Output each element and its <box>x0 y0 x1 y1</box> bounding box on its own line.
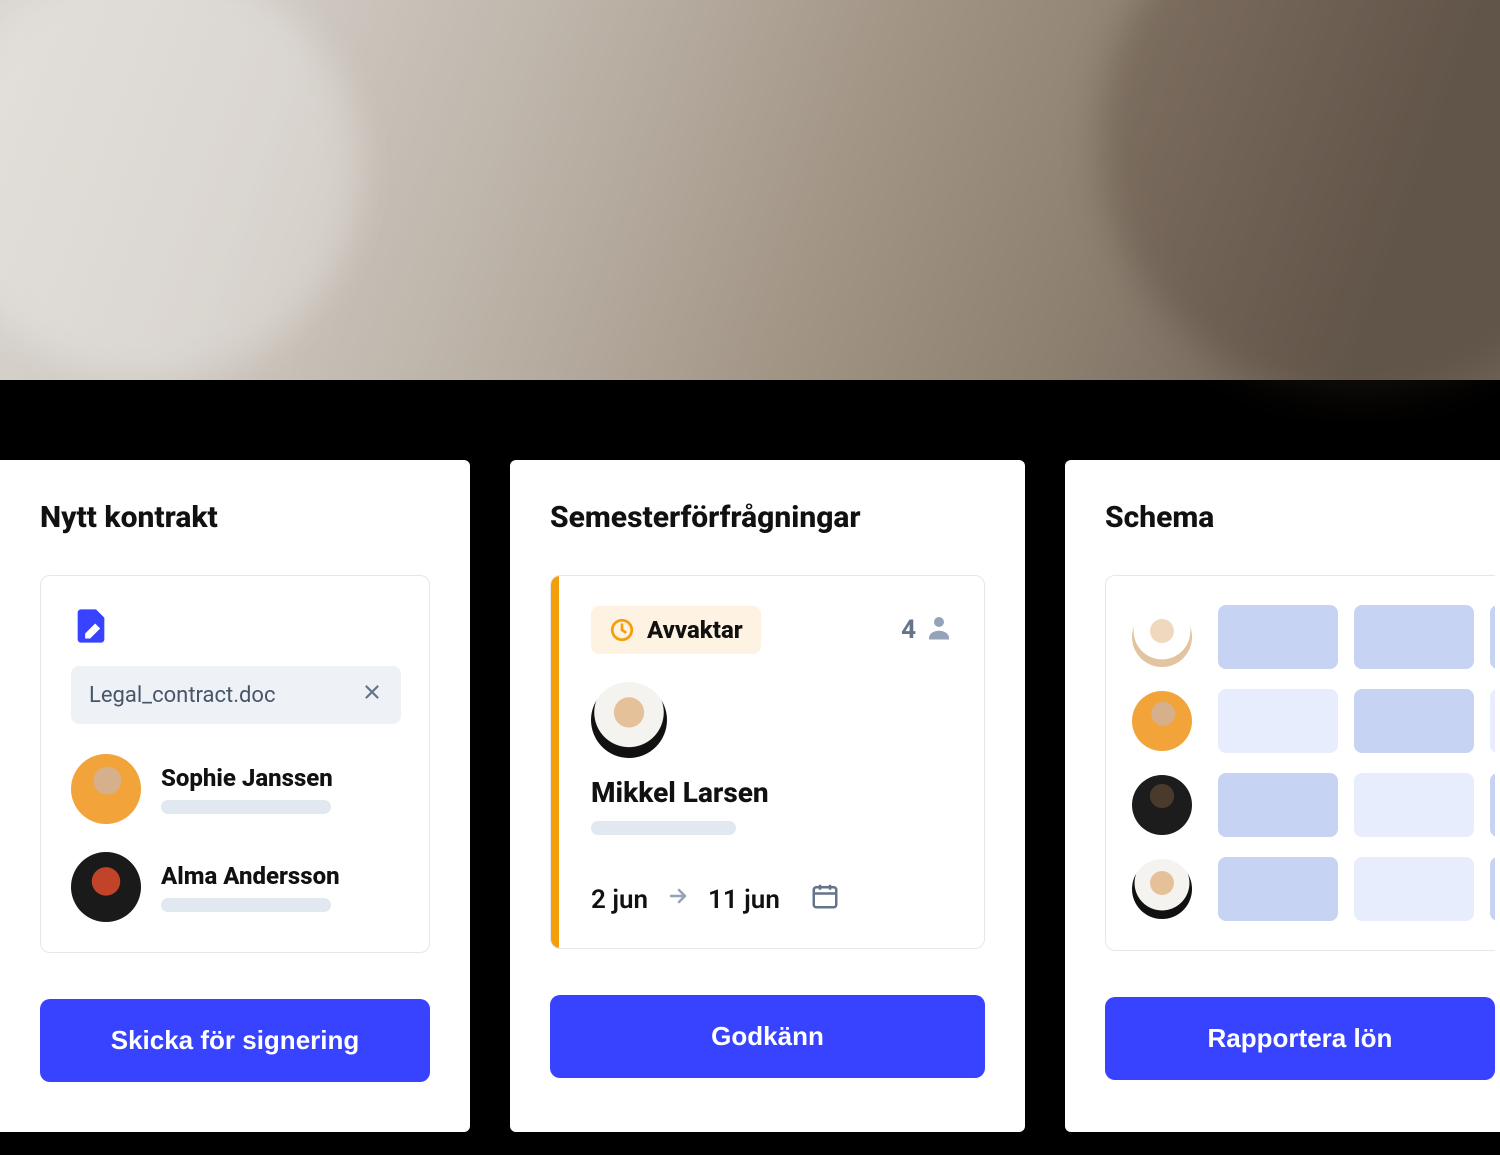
cards-row: Nytt kontrakt Legal_contract.doc Sophie … <box>0 460 1500 1132</box>
shift-block[interactable] <box>1218 857 1338 921</box>
report-salary-button[interactable]: Rapportera lön <box>1105 997 1495 1080</box>
document-edit-icon <box>71 606 111 646</box>
date-from: 2 jun <box>591 885 648 915</box>
schedule-row <box>1132 686 1495 756</box>
remove-file-icon[interactable] <box>361 680 383 710</box>
avatar <box>1132 859 1192 919</box>
vacation-header-row: Avvaktar 4 <box>591 606 954 654</box>
request-count: 4 <box>901 612 954 649</box>
status-label: Avvaktar <box>647 616 743 644</box>
schedule-row <box>1132 770 1495 840</box>
contract-inner-box: Legal_contract.doc Sophie Janssen Alma A… <box>40 575 430 953</box>
contract-person-row: Alma Andersson <box>71 852 399 922</box>
skeleton-line <box>591 821 736 835</box>
schedule-row <box>1132 602 1495 672</box>
vacation-inner-box: Avvaktar 4 Mikkel Larsen 2 jun 11 jun <box>550 575 985 949</box>
shift-block[interactable] <box>1354 773 1474 837</box>
arrow-right-icon <box>666 884 690 915</box>
hero-banner <box>0 0 1500 420</box>
status-stripe <box>551 576 559 948</box>
shift-block[interactable] <box>1218 773 1338 837</box>
avatar <box>1132 775 1192 835</box>
avatar <box>1132 691 1192 751</box>
clock-icon <box>609 617 635 643</box>
count-number: 4 <box>901 615 916 645</box>
shift-block[interactable] <box>1354 605 1474 669</box>
shift-block[interactable] <box>1354 689 1474 753</box>
shift-block[interactable] <box>1490 857 1495 921</box>
card-new-contract: Nytt kontrakt Legal_contract.doc Sophie … <box>0 460 470 1132</box>
schedule-row <box>1132 854 1495 924</box>
shift-block[interactable] <box>1354 857 1474 921</box>
status-chip-pending: Avvaktar <box>591 606 761 654</box>
skeleton-line <box>161 800 331 814</box>
avatar <box>1132 607 1192 667</box>
person-icon <box>924 612 954 649</box>
schedule-inner-box <box>1105 575 1495 951</box>
contract-person-row: Sophie Janssen <box>71 754 399 824</box>
skeleton-line <box>161 898 331 912</box>
hero-bottom-strip <box>0 380 1500 420</box>
approve-button[interactable]: Godkänn <box>550 995 985 1078</box>
card-title: Semesterförfrågningar <box>550 500 985 535</box>
avatar <box>591 682 667 758</box>
person-name: Alma Andersson <box>161 862 340 890</box>
card-vacation-requests: Semesterförfrågningar Avvaktar 4 <box>510 460 1025 1132</box>
vacation-date-range: 2 jun 11 jun <box>591 881 954 918</box>
date-to: 11 jun <box>708 885 780 915</box>
shift-block[interactable] <box>1218 605 1338 669</box>
shift-block[interactable] <box>1490 689 1495 753</box>
file-chip[interactable]: Legal_contract.doc <box>71 666 401 724</box>
card-schedule: Schema <box>1065 460 1500 1132</box>
file-name: Legal_contract.doc <box>89 683 276 708</box>
card-title: Schema <box>1105 500 1495 535</box>
avatar <box>71 754 141 824</box>
avatar <box>71 852 141 922</box>
shift-block[interactable] <box>1218 689 1338 753</box>
person-name: Mikkel Larsen <box>591 776 954 809</box>
person-name: Sophie Janssen <box>161 764 333 792</box>
calendar-icon[interactable] <box>810 881 840 918</box>
send-for-signing-button[interactable]: Skicka för signering <box>40 999 430 1082</box>
shift-block[interactable] <box>1490 773 1495 837</box>
card-title: Nytt kontrakt <box>40 500 430 535</box>
shift-block[interactable] <box>1490 605 1495 669</box>
